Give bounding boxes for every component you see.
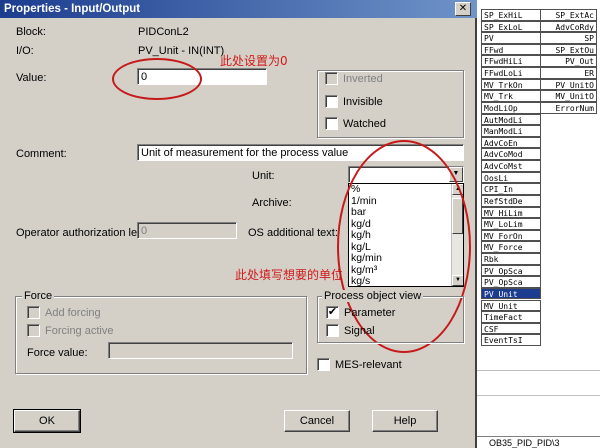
block-output-pin[interactable]: MV_UnitO	[540, 90, 597, 102]
block-input-pin[interactable]: AdvCoMod	[481, 148, 541, 161]
force-value-label: Force value:	[27, 347, 88, 359]
block-input-pin[interactable]: MV_Force	[481, 241, 541, 253]
block-input-pin[interactable]: AdvCoEn	[481, 136, 541, 149]
unit-label: Unit:	[252, 170, 275, 182]
inverted-box	[325, 72, 338, 85]
inverted-checkbox: Inverted	[325, 72, 383, 85]
block-output-pin[interactable]: AdvCoRdy	[540, 20, 597, 33]
block-input-pin[interactable]: Rbk	[481, 253, 541, 265]
block-input-pin[interactable]: AdvCoMst	[481, 160, 541, 172]
mes-relevant-box[interactable]	[317, 358, 330, 371]
parameter-box[interactable]: ✔	[326, 306, 339, 319]
comment-label: Comment:	[16, 148, 67, 160]
block-input-pin[interactable]: SP_ExHiL	[481, 9, 541, 21]
watched-box[interactable]	[325, 117, 338, 130]
block-input-pin[interactable]: OosLi	[481, 171, 541, 184]
properties-dialog: Properties - Input/Output ✕ Block: PIDCo…	[0, 0, 477, 448]
separator-line	[477, 395, 600, 396]
parameter-checkbox[interactable]: ✔ Parameter	[326, 306, 395, 319]
block-output-pin[interactable]: PV_UnitO	[540, 78, 597, 91]
forcing-active-label: Forcing active	[45, 324, 114, 337]
close-icon[interactable]: ✕	[455, 2, 471, 16]
signal-box[interactable]	[326, 324, 339, 337]
block-input-pin[interactable]: PV_Unit	[481, 287, 541, 300]
cfc-block-panel: SP_ExHiL SP_ExLoL PV FFwd FFwdHiLi FFwdLoLi MV…	[477, 0, 600, 448]
block-label: Block:	[16, 26, 46, 38]
block-output-pin[interactable]: SP	[540, 32, 597, 44]
value-annotation: 此处设置为0	[220, 54, 288, 68]
block-input-pin[interactable]: FFwdLoLi	[481, 67, 541, 79]
block-input-pin[interactable]: CPI_In	[481, 183, 541, 195]
inverted-label: Inverted	[343, 72, 383, 85]
block-output-pin[interactable]: SP_ExtOu	[540, 43, 597, 56]
block-input-pin[interactable]: PV_OpSca	[481, 276, 541, 288]
help-button[interactable]: Help	[372, 410, 438, 432]
io-label: I/O:	[16, 45, 34, 57]
block-input-pin[interactable]: TimeFact	[481, 311, 541, 323]
block-input-pin[interactable]: FFwdHiLi	[481, 55, 541, 68]
watched-checkbox[interactable]: Watched	[325, 117, 386, 130]
block-input-pin[interactable]: MV_Trk	[481, 90, 541, 102]
io-value: PV_Unit - IN(INT)	[138, 45, 225, 57]
block-input-pin[interactable]: CSF	[481, 322, 541, 335]
block-input-pin[interactable]: SP_ExLoL	[481, 20, 541, 33]
invisible-checkbox[interactable]: Invisible	[325, 95, 383, 108]
mes-relevant-label: MES-relevant	[335, 358, 402, 371]
block-status-text: OB35_PID_PID\3	[477, 436, 600, 448]
watched-label: Watched	[343, 117, 387, 130]
op-auth-label: Operator authorization level:	[16, 227, 155, 239]
block-input-pin[interactable]: MV_Unit	[481, 299, 541, 312]
value-label: Value:	[16, 72, 47, 84]
block-value: PIDConL2	[138, 26, 189, 38]
block-input-pin[interactable]: AutModLi	[481, 113, 541, 126]
invisible-box[interactable]	[325, 95, 338, 108]
os-text-label: OS additional text:	[248, 227, 338, 239]
add-forcing-box	[27, 306, 40, 319]
block-input-pin[interactable]: MV_HiLim	[481, 206, 541, 219]
unit-annotation: 此处填写想要的单位	[235, 268, 344, 282]
add-forcing-label: Add forcing	[45, 306, 101, 319]
block-input-pin[interactable]: FFwd	[481, 43, 541, 56]
cancel-button[interactable]: Cancel	[284, 410, 350, 432]
block-input-pin[interactable]: ModLiOp	[481, 101, 541, 114]
block-input-pin[interactable]: MV_LoLim	[481, 218, 541, 230]
block-input-pin[interactable]: PV_OpSca	[481, 264, 541, 277]
block-input-pin[interactable]: PV	[481, 32, 541, 44]
parameter-label: Parameter	[344, 306, 396, 319]
archive-label: Archive:	[252, 197, 292, 209]
block-input-pin[interactable]: MV_TrkOn	[481, 78, 541, 91]
block-output-pin[interactable]: ER	[540, 67, 597, 79]
block-output-pin[interactable]: PV_Out	[540, 55, 597, 68]
signal-checkbox[interactable]: Signal	[326, 324, 375, 337]
block-output-pin[interactable]: SP_ExtAc	[540, 9, 597, 21]
block-input-pin[interactable]: MV_ForOn	[481, 229, 541, 242]
mes-relevant-checkbox[interactable]: MES-relevant	[317, 358, 402, 371]
force-value-input	[108, 342, 293, 359]
signal-label: Signal	[344, 324, 375, 337]
add-forcing-checkbox: Add forcing	[27, 306, 101, 319]
pov-group-title: Process object view	[322, 290, 424, 302]
invisible-label: Invisible	[343, 95, 383, 108]
forcing-active-checkbox: Forcing active	[27, 324, 113, 337]
dialog-title: Properties - Input/Output	[0, 0, 477, 18]
op-auth-input: 0	[137, 222, 237, 239]
ok-button[interactable]: OK	[13, 409, 81, 433]
value-highlight-ellipse	[112, 58, 202, 100]
force-group-title: Force	[22, 290, 55, 302]
block-input-pin[interactable]: RefStdDe	[481, 194, 541, 207]
block-input-pin[interactable]: EventTsI	[481, 334, 541, 346]
separator-line	[477, 370, 600, 371]
block-output-pin[interactable]: ErrorNum	[540, 101, 597, 114]
forcing-active-box	[27, 324, 40, 337]
block-input-pin[interactable]: ManModLi	[481, 125, 541, 137]
